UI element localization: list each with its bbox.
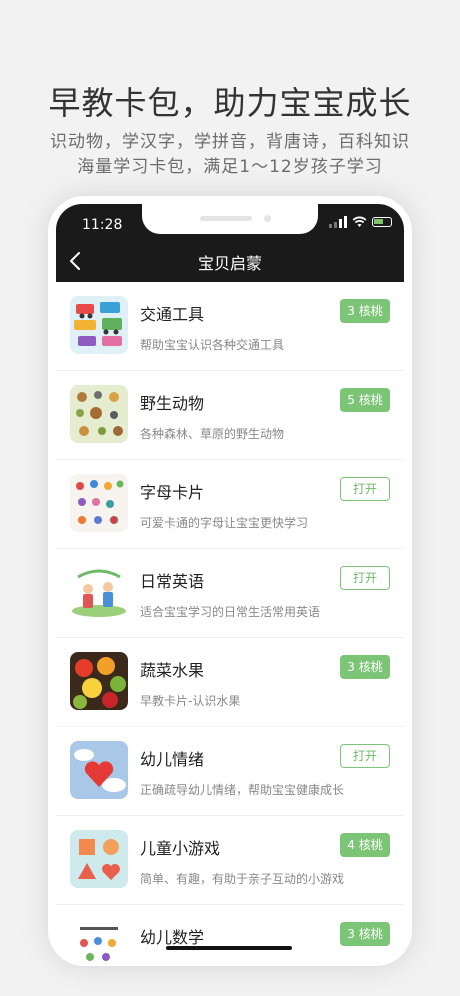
status-time: 11:28 [82, 217, 123, 233]
math-thumbnail [70, 919, 128, 966]
item-title: 字母卡片 [140, 483, 205, 502]
camera-dot [264, 215, 271, 222]
speaker-grille [200, 216, 252, 221]
list-item[interactable]: 幼儿情绪 正确疏导幼儿情绪，帮助宝宝健康成长 打开 [56, 727, 404, 816]
item-description: 可爱卡通的字母让宝宝更快学习 [140, 516, 309, 530]
item-title: 蔬菜水果 [140, 661, 205, 680]
phone-frame: 11:28 宝贝启蒙 交通工具 帮助宝宝认识各种交通工具 3 核桃 野生动物 各… [48, 196, 412, 966]
open-button[interactable]: 打开 [340, 566, 390, 590]
promo-subtitle-2: 海量学习卡包，满足1～12岁孩子学习 [77, 157, 383, 177]
list-item[interactable]: 野生动物 各种森林、草原的野生动物 5 核桃 [56, 371, 404, 460]
games-thumbnail [70, 830, 128, 888]
item-title: 交通工具 [140, 305, 205, 324]
list-item[interactable]: 蔬菜水果 早教卡片-认识水果 3 核桃 [56, 638, 404, 727]
item-title: 野生动物 [140, 394, 205, 413]
item-description: 简单、有趣，有助于亲子互动的小游戏 [140, 872, 345, 886]
promo-subtitle-1: 识动物，学汉字，学拼音，背唐诗，百科知识 [50, 132, 410, 152]
status-icons [329, 216, 392, 228]
phone-notch [142, 204, 318, 234]
item-description: 正确疏导幼儿情绪，帮助宝宝健康成长 [140, 783, 345, 797]
battery-icon [372, 217, 392, 227]
item-title: 儿童小游戏 [140, 839, 221, 858]
item-title: 幼儿数学 [140, 928, 205, 947]
promo-title: 早教卡包，助力宝宝成长 [48, 84, 412, 122]
fruits-thumbnail [70, 652, 128, 710]
letter-cards-thumbnail [70, 474, 128, 532]
item-description: 适合宝宝学习的日常生活常用英语 [140, 605, 321, 619]
open-button[interactable]: 打开 [340, 477, 390, 501]
item-title: 幼儿情绪 [140, 750, 205, 769]
item-description: 帮助宝宝认识各种交通工具 [140, 338, 285, 352]
item-description: 早教卡片-认识水果 [140, 694, 241, 708]
item-title: 日常英语 [140, 572, 205, 591]
transport-thumbnail [70, 296, 128, 354]
list-item[interactable]: 交通工具 帮助宝宝认识各种交通工具 3 核桃 [56, 282, 404, 371]
list-item[interactable]: 幼儿数学 3 核桃 [56, 905, 404, 966]
daily-english-thumbnail [70, 563, 128, 621]
list-item[interactable]: 字母卡片 可爱卡通的字母让宝宝更快学习 打开 [56, 460, 404, 549]
item-description: 各种森林、草原的野生动物 [140, 427, 285, 441]
price-button[interactable]: 3 核桃 [340, 655, 390, 679]
price-button[interactable]: 3 核桃 [340, 299, 390, 323]
list-item[interactable]: 儿童小游戏 简单、有趣，有助于亲子互动的小游戏 4 核桃 [56, 816, 404, 905]
price-button[interactable]: 5 核桃 [340, 388, 390, 412]
page-title: 宝贝启蒙 [197, 254, 262, 273]
card-pack-list: 交通工具 帮助宝宝认识各种交通工具 3 核桃 野生动物 各种森林、草原的野生动物… [56, 282, 404, 966]
home-indicator[interactable] [166, 946, 292, 950]
wild-animals-thumbnail [70, 385, 128, 443]
list-item[interactable]: 日常英语 适合宝宝学习的日常生活常用英语 打开 [56, 549, 404, 638]
wifi-icon [352, 216, 367, 227]
emotions-thumbnail [70, 741, 128, 799]
open-button[interactable]: 打开 [340, 744, 390, 768]
price-button[interactable]: 3 核桃 [340, 922, 390, 946]
signal-icon [329, 216, 347, 228]
price-button[interactable]: 4 核桃 [340, 833, 390, 857]
app-header: 11:28 宝贝启蒙 [56, 204, 404, 282]
